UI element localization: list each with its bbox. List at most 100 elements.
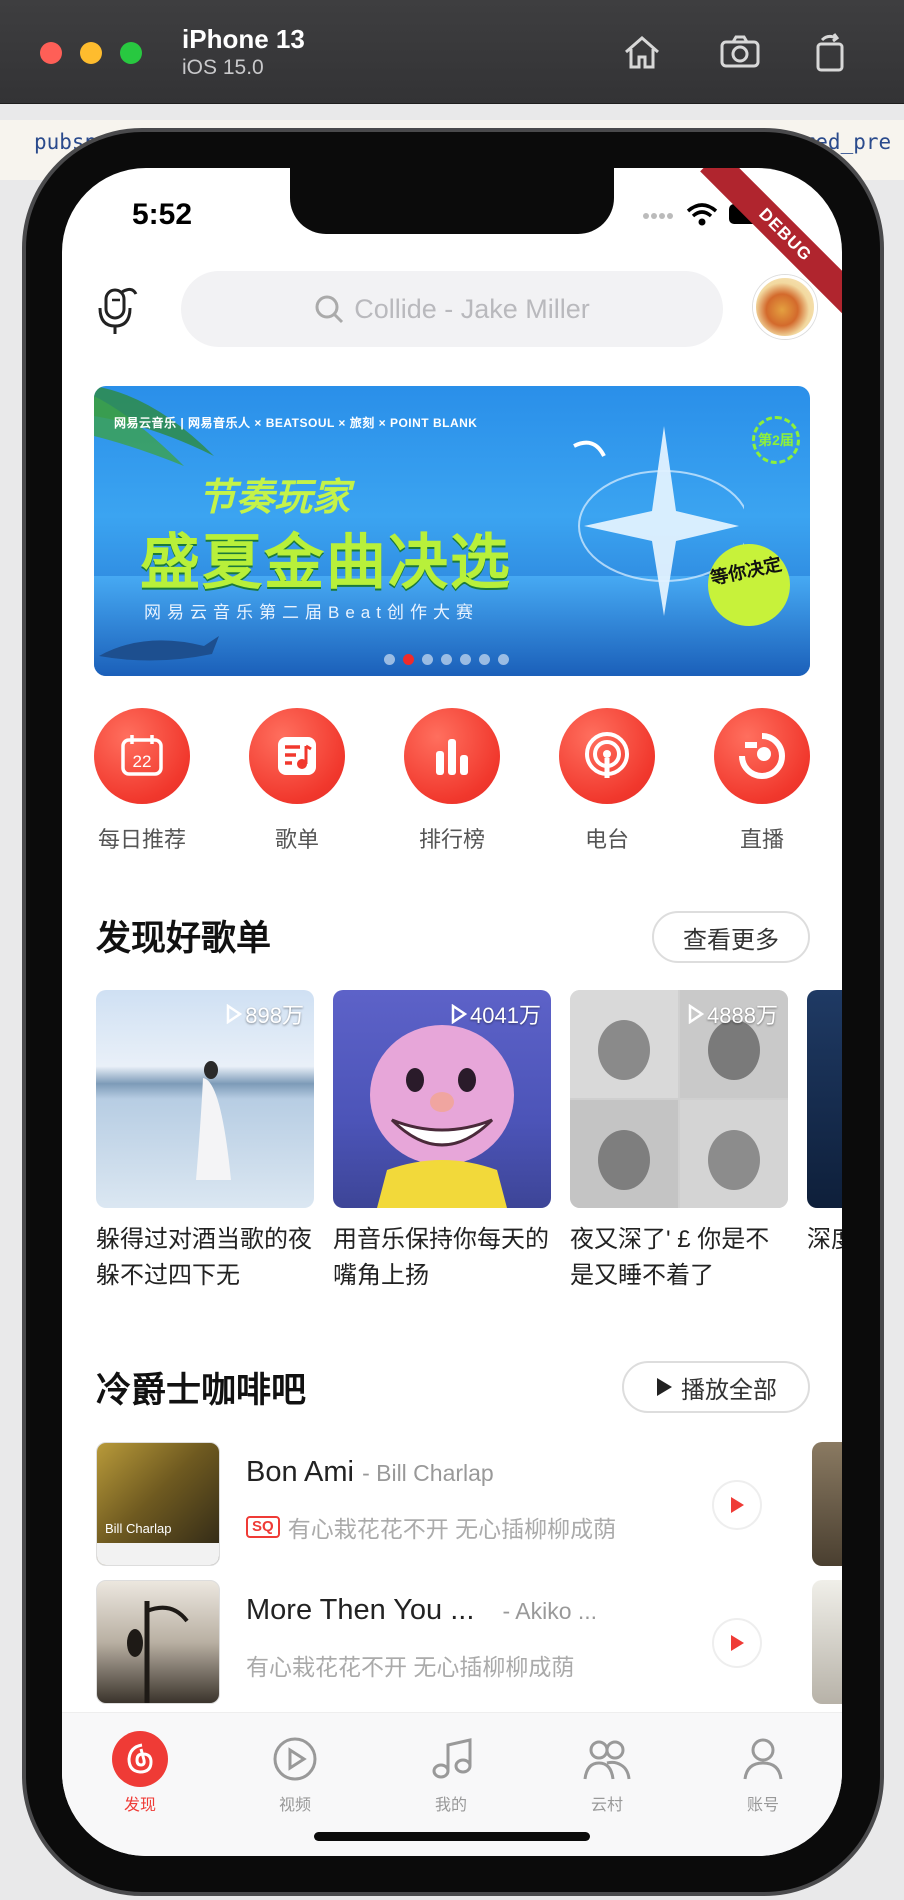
playlist-cover <box>807 990 842 1208</box>
tab-label: 账号 <box>746 1797 779 1814</box>
play-triangle-icon <box>451 1004 468 1024</box>
simulator-os-version: iOS 15.0 <box>182 56 264 79</box>
song-title: More Then You ... <box>246 1594 475 1626</box>
playlist-card[interactable]: 4041万 用音乐保持你每天的嘴角上扬 <box>333 990 551 1294</box>
minimize-window-button[interactable] <box>80 42 102 64</box>
tab-mine[interactable]: 我的 <box>406 1731 496 1815</box>
quick-entry-circle <box>714 708 810 804</box>
tab-account[interactable]: 账号 <box>718 1731 808 1815</box>
song-row[interactable]: More Then You ... - Akiko ... 有心栽花花不开 无心… <box>96 1580 842 1704</box>
quick-entry-label: 歌单 <box>274 827 319 852</box>
status-time: 5:52 <box>132 198 193 231</box>
playlist-carousel: 898万 躲得过对酒当歌的夜 躲不过四下无 4041万 用音乐保持你每天的嘴角上… <box>96 990 842 1320</box>
quick-entry-radio[interactable]: 电台 <box>557 708 657 854</box>
play-all-button[interactable]: 播放全部 <box>622 1361 810 1413</box>
simulator-title-bar: iPhone 13 iOS 15.0 <box>0 0 904 104</box>
user-avatar[interactable] <box>753 275 817 339</box>
tab-community[interactable]: 云村 <box>562 1731 652 1815</box>
chart-bars-icon <box>436 739 468 775</box>
tab-icon-wrap <box>423 1731 479 1787</box>
tab-icon-wrap <box>735 1731 791 1787</box>
playlist-card[interactable]: 898万 躲得过对酒当歌的夜 躲不过四下无 <box>96 990 314 1294</box>
play-triangle-icon <box>227 1004 243 1024</box>
quick-entry-label: 每日推荐 <box>97 827 186 852</box>
banner-subtitle: 节奏玩家 <box>198 477 351 519</box>
banner-page-dot[interactable] <box>403 654 414 665</box>
quick-entry-circle: 22 <box>94 708 190 804</box>
banner-edition-badge: 第2届 <box>752 416 800 464</box>
song-meta: SQ 有心栽花花不开 无心插柳柳成荫 <box>246 1510 616 1544</box>
playlist-card[interactable]: 深度睡眠 <box>807 990 842 1294</box>
song-subtitle: 有心栽花花不开 无心插柳柳成荫 <box>287 1516 617 1542</box>
home-icon[interactable] <box>620 30 664 74</box>
quick-entry-circle <box>249 708 345 804</box>
promo-banner[interactable]: 网易云音乐 | 网易音乐人 × BEATSOUL × 旅刻 × POINT BL… <box>94 386 810 676</box>
song-cover-strip <box>97 1543 219 1565</box>
play-count: 4888万 <box>688 998 778 1030</box>
quick-entry-charts[interactable]: 排行榜 <box>402 708 502 854</box>
play-icon <box>657 1378 672 1396</box>
banner-page-dot[interactable] <box>498 654 509 665</box>
playlist-cover: 4041万 <box>333 990 551 1208</box>
tab-video[interactable]: 视频 <box>250 1731 340 1815</box>
quick-entry-circle <box>559 708 655 804</box>
playlist-icon <box>278 737 316 775</box>
quick-entry-label: 直播 <box>739 827 784 852</box>
playlist-card[interactable]: 4888万 夜又深了' £ 你是不是又睡不着了 <box>570 990 788 1294</box>
song-meta: 有心栽花花不开 无心插柳柳成荫 <box>246 1648 574 1682</box>
play-count-value: 4041万 <box>470 1003 541 1028</box>
close-window-button[interactable] <box>40 42 62 64</box>
search-icon <box>315 295 344 324</box>
play-count-value: 898万 <box>245 1003 304 1028</box>
cover-cartoon-graphic <box>370 1025 514 1208</box>
tab-icon-bg <box>112 1731 168 1787</box>
banner-description: 网易云音乐第二届Beat创作大赛 <box>144 603 479 622</box>
play-triangle-icon <box>688 1004 705 1024</box>
quick-entry-live[interactable]: 直播 <box>712 708 812 854</box>
tab-icon-wrap <box>579 1731 635 1787</box>
banner-title: 盛夏金曲决选 <box>140 529 512 596</box>
view-more-button[interactable]: 查看更多 <box>652 911 810 963</box>
microphone-icon[interactable] <box>96 284 140 336</box>
search-placeholder: Collide - Jake Miller <box>354 293 590 324</box>
song-play-button[interactable] <box>712 1618 762 1668</box>
banner-page-dot[interactable] <box>422 654 433 665</box>
quick-entry-playlist[interactable]: 歌单 <box>247 708 347 854</box>
banner-page-dot[interactable] <box>460 654 471 665</box>
search-bar[interactable]: Collide - Jake Miller <box>181 271 723 347</box>
home-indicator <box>314 1832 590 1841</box>
street-lamp-graphic <box>127 1601 189 1703</box>
tab-label: 云村 <box>590 1797 623 1814</box>
quick-entry-label: 电台 <box>584 827 629 852</box>
play-count-value: 4888万 <box>707 1003 778 1028</box>
rotate-device-icon[interactable] <box>808 30 852 74</box>
song-play-button[interactable] <box>712 1480 762 1530</box>
banner-pagination-dots <box>384 654 509 665</box>
jazz-section-title: 冷爵士咖啡吧 <box>96 1371 307 1410</box>
song-row[interactable]: Bill Charlap Bon Ami - Bill Charlap SQ 有… <box>96 1442 842 1566</box>
calendar-icon: 22 <box>121 735 163 776</box>
banner-page-dot[interactable] <box>479 654 490 665</box>
song-cover <box>96 1580 220 1704</box>
song-subtitle: 有心栽花花不开 无心插柳柳成荫 <box>246 1654 575 1680</box>
song-list: Bill Charlap Bon Ami - Bill Charlap SQ 有… <box>96 1442 842 1704</box>
banner-page-dot[interactable] <box>384 654 395 665</box>
tab-label: 发现 <box>123 1797 156 1814</box>
community-icon <box>583 1740 631 1780</box>
quick-entry-daily[interactable]: 22 每日推荐 <box>92 708 192 854</box>
cover-figure-graphic <box>196 1061 231 1180</box>
netease-music-icon <box>127 1743 153 1774</box>
playlist-name: 用音乐保持你每天的嘴角上扬 <box>333 1226 549 1289</box>
banner-page-dot[interactable] <box>441 654 452 665</box>
device-notch <box>290 168 614 234</box>
calendar-day-text: 22 <box>133 752 152 771</box>
next-column-cover-peek <box>812 1580 842 1704</box>
live-icon <box>739 733 785 779</box>
tab-discover[interactable]: 发现 <box>95 1731 185 1815</box>
banner-partners: 网易云音乐 | 网易音乐人 × BEATSOUL × 旅刻 × POINT BL… <box>114 416 478 430</box>
screenshot-camera-icon[interactable] <box>718 30 762 74</box>
zoom-window-button[interactable] <box>120 42 142 64</box>
video-play-icon <box>273 1737 317 1781</box>
song-title: Bon Ami <box>246 1456 354 1488</box>
signal-dots-icon <box>643 213 673 219</box>
